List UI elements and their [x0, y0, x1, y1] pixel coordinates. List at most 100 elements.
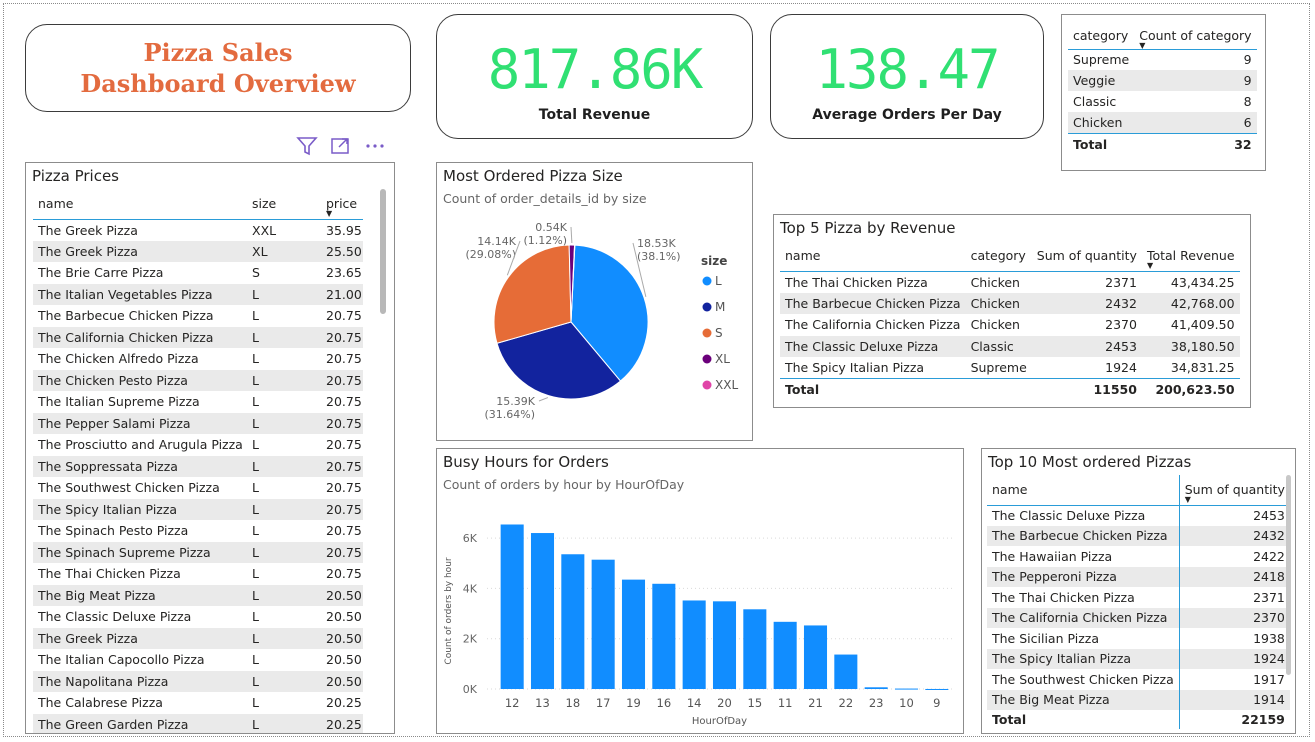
- most-ordered-size-visual[interactable]: Most Ordered Pizza Size Count of order_d…: [436, 162, 753, 441]
- legend-item-l[interactable]: L: [715, 274, 722, 288]
- bar-hour-19[interactable]: [621, 579, 646, 689]
- bar-hour-20[interactable]: [712, 601, 737, 689]
- table-row[interactable]: The Southwest Chicken Pizza 1917: [987, 669, 1290, 690]
- legend-item-xxl[interactable]: XXL: [715, 378, 738, 392]
- legend-item-m[interactable]: M: [715, 300, 725, 314]
- category-count-table[interactable]: category Count of category ▼ Supreme 9 Veg…: [1061, 14, 1266, 171]
- table-row[interactable]: The Chicken Pesto Pizza L 20.75: [33, 369, 363, 391]
- column-header-size[interactable]: size: [247, 189, 321, 219]
- name-cell: The Italian Vegetables Pizza: [38, 286, 213, 302]
- table-row[interactable]: The Greek Pizza XL 25.50: [33, 240, 363, 262]
- bar-hour-17[interactable]: [591, 559, 615, 689]
- table-row[interactable]: The Chicken Alfredo Pizza L 20.75: [33, 348, 363, 370]
- table-row[interactable]: The Calabrese Pizza L 20.25: [33, 692, 363, 714]
- focus-mode-icon[interactable]: [330, 136, 352, 160]
- name-cell: The Classic Deluxe Pizza: [38, 609, 192, 625]
- bar-hour-15[interactable]: [743, 609, 767, 689]
- table-row[interactable]: The Big Meat Pizza L 20.50: [33, 584, 363, 606]
- table-row[interactable]: The Greek Pizza L 20.50: [33, 627, 363, 649]
- table-row[interactable]: The Thai Chicken Pizza Chicken 2371 43,434.…: [780, 271, 1240, 293]
- bar-chart[interactable]: 0K 2K 4K 6K 12 13 18 17 19 16 14 20 15 11 21 22 23 10 9 Hou…: [437, 501, 963, 731]
- avg-orders-card[interactable]: 138.47 Average Orders Per Day: [770, 14, 1044, 139]
- column-header-price[interactable]: price ▼: [321, 189, 363, 219]
- table-row[interactable]: The Spinach Pesto Pizza L 20.75: [33, 520, 363, 542]
- bar-hour-14[interactable]: [682, 600, 706, 689]
- total-revenue-card[interactable]: 817.86K Total Revenue: [436, 14, 753, 139]
- top10-ordered-table[interactable]: Top 10 Most ordered Pizzas name Sum of q…: [981, 448, 1296, 734]
- table-row[interactable]: The Greek Pizza XXL 35.95: [33, 219, 363, 241]
- column-header-name[interactable]: name: [987, 475, 1180, 505]
- revenue-cell: 34,831.25: [1170, 360, 1235, 375]
- name-cell: The Thai Chicken Pizza: [987, 587, 1180, 608]
- table-row[interactable]: The Classic Deluxe Pizza Classic 2453 38,18…: [780, 335, 1240, 357]
- table-row[interactable]: The Barbecue Chicken Pizza L 20.75: [33, 305, 363, 327]
- table-row[interactable]: The Thai Chicken Pizza 2371: [987, 587, 1290, 608]
- table-row[interactable]: The Italian Vegetables Pizza L 21.00: [33, 283, 363, 305]
- column-header-category[interactable]: category: [1068, 23, 1134, 49]
- more-options-icon[interactable]: [364, 136, 386, 160]
- legend-item-xl[interactable]: XL: [715, 352, 730, 366]
- table-row[interactable]: Supreme 9: [1068, 49, 1257, 70]
- name-cell: The Green Garden Pizza: [38, 716, 189, 732]
- vertical-scrollbar[interactable]: [1286, 475, 1291, 675]
- table-row[interactable]: The Big Meat Pizza 1914: [987, 689, 1290, 710]
- table-row[interactable]: The Spinach Supreme Pizza L 20.75: [33, 541, 363, 563]
- table-row[interactable]: The Thai Chicken Pizza L 20.75: [33, 563, 363, 585]
- bar-hour-23[interactable]: [864, 687, 888, 689]
- size-cell: L: [252, 501, 259, 517]
- table-row[interactable]: The Hawaiian Pizza 2422: [987, 546, 1290, 567]
- column-header-name[interactable]: name: [780, 241, 966, 271]
- bar-hour-11[interactable]: [773, 621, 797, 689]
- table-row[interactable]: The Barbecue Chicken Pizza 2432: [987, 525, 1290, 546]
- table-row[interactable]: The Spicy Italian Pizza 1924: [987, 648, 1290, 669]
- table-row[interactable]: The Classic Deluxe Pizza 2453: [987, 505, 1290, 526]
- x-tick-label: 14: [687, 696, 702, 710]
- column-header-total-revenue[interactable]: Total Revenue ▼: [1142, 241, 1240, 271]
- size-cell: L: [252, 437, 259, 453]
- busy-hours-visual[interactable]: Busy Hours for Orders Count of orders by…: [436, 448, 964, 734]
- table-row[interactable]: The California Chicken Pizza 2370: [987, 607, 1290, 628]
- column-header-sum-quantity[interactable]: Sum of quantity: [1032, 241, 1142, 271]
- legend-item-s[interactable]: S: [715, 326, 723, 340]
- table-row[interactable]: The Green Garden Pizza L 20.25: [33, 713, 363, 733]
- column-header-name[interactable]: name: [33, 189, 247, 219]
- vertical-scrollbar[interactable]: [380, 189, 386, 314]
- table-row[interactable]: The Italian Capocollo Pizza L 20.50: [33, 649, 363, 671]
- table-row[interactable]: The California Chicken Pizza Chicken 2370 4…: [780, 314, 1240, 336]
- table-row[interactable]: The Prosciutto and Arugula Pizza L 20.75: [33, 434, 363, 456]
- table-row[interactable]: The Brie Carre Pizza S 23.65: [33, 262, 363, 284]
- table-row[interactable]: The Spicy Italian Pizza L 20.75: [33, 498, 363, 520]
- bar-hour-10[interactable]: [894, 688, 919, 690]
- y-tick-label: 2K: [463, 633, 478, 646]
- table-row[interactable]: Chicken 6: [1068, 112, 1257, 133]
- table-row[interactable]: Classic 8: [1068, 91, 1257, 112]
- bar-hour-22[interactable]: [834, 654, 858, 689]
- top5-revenue-table[interactable]: Top 5 Pizza by Revenue name category Sum…: [773, 214, 1251, 408]
- table-row[interactable]: The Pepperoni Pizza 2418: [987, 566, 1290, 587]
- table-row[interactable]: The Classic Deluxe Pizza L 20.50: [33, 606, 363, 628]
- column-header-count[interactable]: Count of category ▼: [1134, 23, 1256, 49]
- table-row[interactable]: The California Chicken Pizza L 20.75: [33, 326, 363, 348]
- table-row[interactable]: The Napolitana Pizza L 20.50: [33, 670, 363, 692]
- bar-hour-13[interactable]: [530, 533, 555, 689]
- pizza-prices-table[interactable]: Pizza Prices name size price ▼ The Greek…: [25, 162, 395, 734]
- table-row[interactable]: The Southwest Chicken Pizza L 20.75: [33, 477, 363, 499]
- bar-hour-9[interactable]: [925, 688, 949, 690]
- column-header-category[interactable]: category: [966, 241, 1032, 271]
- bar-hour-18[interactable]: [561, 554, 585, 689]
- pie-chart[interactable]: 18.53K(38.1%) 15.39K(31.64%) 14.14K(29.08%…: [437, 215, 752, 440]
- table-row[interactable]: The Pepper Salami Pizza L 20.75: [33, 412, 363, 434]
- table-row[interactable]: The Spicy Italian Pizza Supreme 1924 34,831…: [780, 357, 1240, 379]
- name-cell: The Hawaiian Pizza: [987, 546, 1180, 567]
- bar-hour-16[interactable]: [652, 583, 676, 689]
- bar-hour-21[interactable]: [803, 625, 828, 689]
- bar-hour-12[interactable]: [500, 524, 524, 689]
- table-row[interactable]: Veggie 9: [1068, 70, 1257, 91]
- table-row[interactable]: The Italian Supreme Pizza L 20.75: [33, 391, 363, 413]
- table-row[interactable]: The Soppressata Pizza L 20.75: [33, 455, 363, 477]
- table-row[interactable]: The Sicilian Pizza 1938: [987, 628, 1290, 649]
- filter-icon[interactable]: [296, 136, 318, 160]
- column-header-sum-quantity[interactable]: Sum of quantity ▼: [1179, 475, 1290, 505]
- name-cell: The Pepperoni Pizza: [987, 566, 1180, 587]
- table-row[interactable]: The Barbecue Chicken Pizza Chicken 2432 42,…: [780, 292, 1240, 314]
